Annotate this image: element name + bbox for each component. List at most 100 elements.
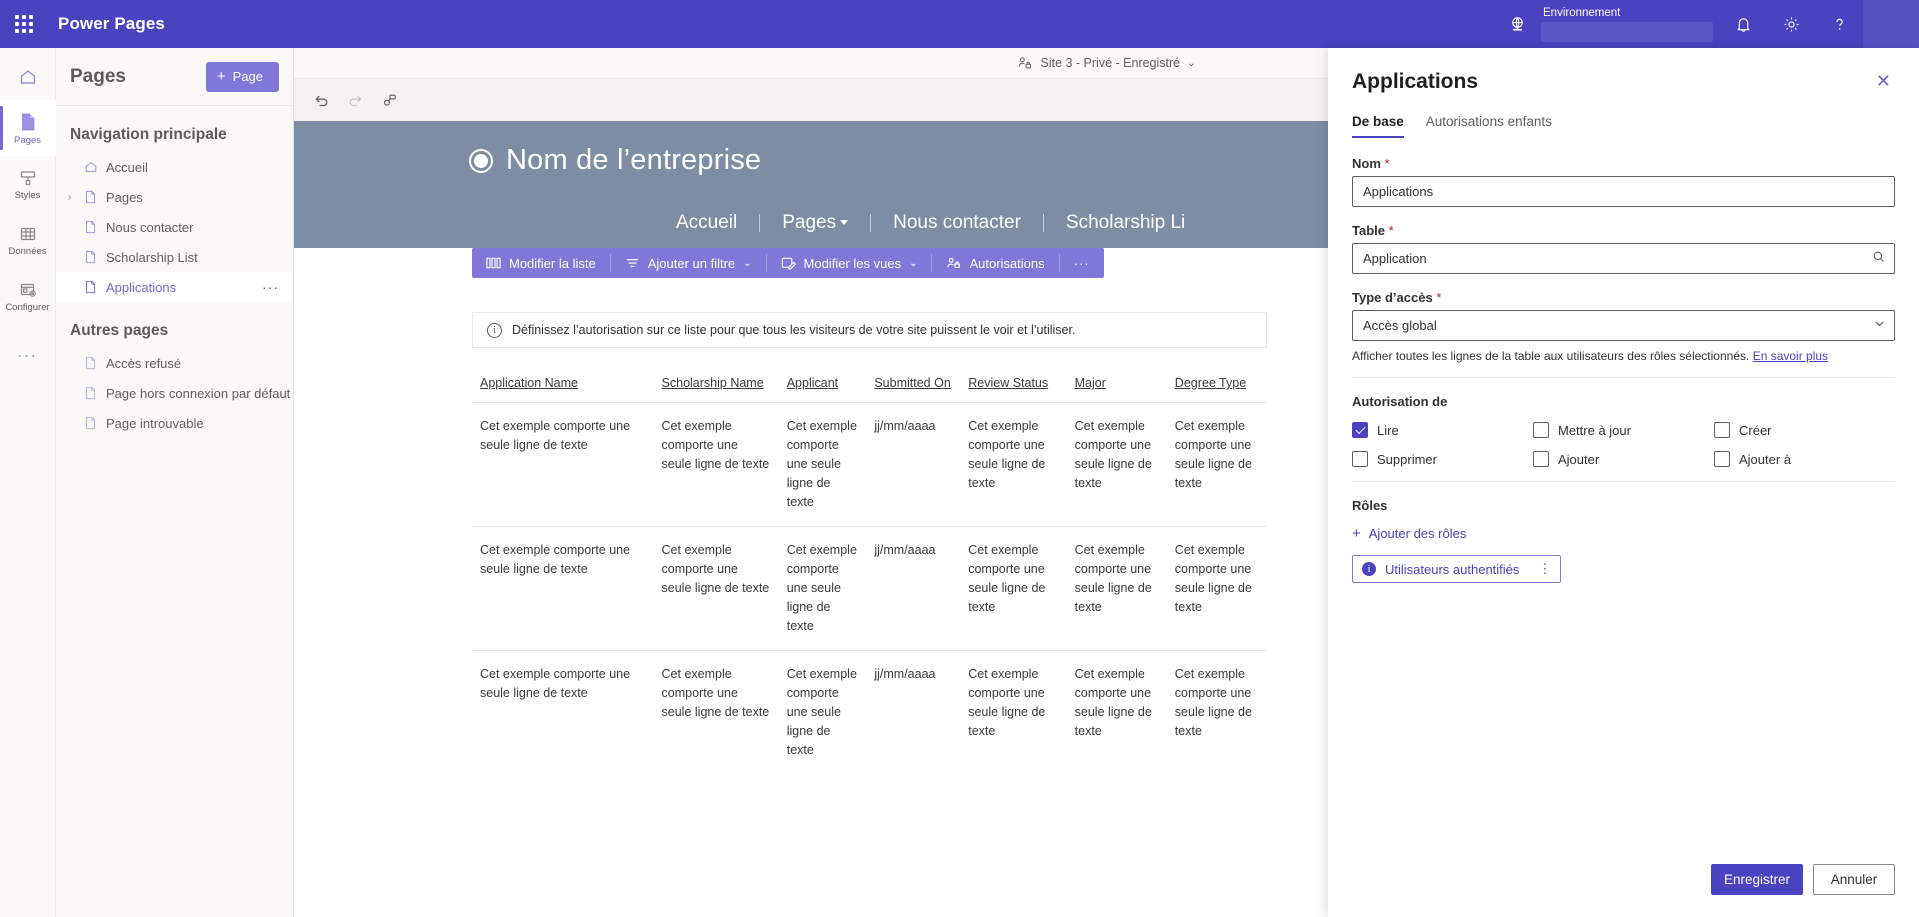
list-overflow-button[interactable]: ··· xyxy=(1060,248,1104,278)
user-avatar[interactable] xyxy=(1863,0,1919,48)
rail-item-configure[interactable]: Configurer xyxy=(0,268,56,324)
site-status-chip[interactable]: Site 3 - Privé - Enregistré ⌄ xyxy=(1017,55,1195,71)
role-chip-utilisateurs-authentifies[interactable]: i Utilisateurs authentifiés ⋮ xyxy=(1352,555,1561,583)
table-row[interactable]: Cet exemple comporte une seule ligne de … xyxy=(472,527,1267,651)
role-chip-menu-icon[interactable]: ⋮ xyxy=(1538,561,1552,577)
table-row[interactable]: Cet exemple comporte une seule ligne de … xyxy=(472,651,1267,775)
modify-views-button[interactable]: Modifier les vues ⌄ xyxy=(767,248,932,278)
rail-item-data[interactable]: Données xyxy=(0,212,56,268)
redo-icon[interactable] xyxy=(341,86,369,114)
other-page-item-acces-refuse[interactable]: Accès refusé xyxy=(56,348,293,378)
rail-item-pages[interactable]: Pages xyxy=(0,100,56,156)
help-icon[interactable] xyxy=(1815,0,1863,48)
table-field-label: Table * xyxy=(1352,223,1895,238)
page-item-accueil[interactable]: Accueil xyxy=(56,152,293,182)
column-header-submitted-on[interactable]: Submitted On xyxy=(866,370,960,403)
rail-item-home[interactable] xyxy=(0,54,56,100)
column-header-scholarship-name[interactable]: Scholarship Name xyxy=(654,370,779,403)
table-field-wrap: Application xyxy=(1352,243,1895,274)
cell-degree-type: Cet exemple comporte une seule ligne de … xyxy=(1167,651,1267,775)
checkbox-lire[interactable]: Lire xyxy=(1352,422,1533,438)
add-roles-button[interactable]: + Ajouter des rôles xyxy=(1352,526,1895,541)
site-nav-scholarship[interactable]: Scholarship Li xyxy=(1044,212,1207,234)
table-row[interactable]: Cet exemple comporte une seule ligne de … xyxy=(472,403,1267,527)
cell-application-name: Cet exemple comporte une seule ligne de … xyxy=(472,403,654,527)
column-header-application-name[interactable]: Application Name xyxy=(472,370,654,403)
chevron-down-icon[interactable]: ⌄ xyxy=(1187,58,1195,69)
top-header-actions: Environnement xyxy=(1493,0,1919,48)
close-icon[interactable]: ✕ xyxy=(1872,70,1895,92)
add-filter-button[interactable]: Ajouter un filtre ⌄ xyxy=(611,248,766,278)
checkbox-box[interactable] xyxy=(1714,451,1730,467)
site-nav-pages[interactable]: Pages xyxy=(760,212,870,234)
site-nav-accueil[interactable]: Accueil xyxy=(654,212,759,234)
left-nav-rail: Pages Styles Données Configurer ... xyxy=(0,48,56,917)
add-filter-label: Ajouter un filtre xyxy=(648,256,735,271)
page-item-pages[interactable]: › Pages xyxy=(56,182,293,212)
page-item-scholarship-list[interactable]: Scholarship List xyxy=(56,242,293,272)
permissions-button[interactable]: Autorisations xyxy=(932,248,1058,278)
cell-scholarship-name: Cet exemple comporte une seule ligne de … xyxy=(654,403,779,527)
environment-selector[interactable]: Environnement xyxy=(1541,0,1713,48)
panel-tabs: De base Autorisations enfants xyxy=(1328,94,1919,138)
column-header-degree-type[interactable]: Degree Type xyxy=(1167,370,1267,403)
other-page-item-introuvable[interactable]: Page introuvable xyxy=(56,408,293,438)
rail-item-more[interactable]: ... xyxy=(0,324,56,380)
rail-item-styles[interactable]: Styles xyxy=(0,156,56,212)
page-item-nous-contacter[interactable]: Nous contacter xyxy=(56,212,293,242)
checkbox-creer[interactable]: Créer xyxy=(1714,422,1895,438)
column-header-applicant[interactable]: Applicant xyxy=(779,370,867,403)
chevron-right-icon[interactable]: › xyxy=(68,192,71,203)
permission-info-text: Définissez l’autorisation sur ce liste p… xyxy=(512,323,1075,337)
page-item-applications[interactable]: Applications ··· xyxy=(56,272,293,302)
cell-submitted-on: jj/mm/aaaa xyxy=(866,403,960,527)
checkbox-box[interactable] xyxy=(1352,451,1368,467)
required-marker: * xyxy=(1385,223,1394,238)
checkbox-ajouter[interactable]: Ajouter xyxy=(1533,451,1714,467)
checkbox-box[interactable] xyxy=(1714,422,1730,438)
cell-review-status: Cet exemple comporte une seule ligne de … xyxy=(960,403,1066,527)
tab-de-base[interactable]: De base xyxy=(1352,114,1404,138)
undo-icon[interactable] xyxy=(307,86,335,114)
bell-icon[interactable] xyxy=(1719,0,1767,48)
checkbox-box[interactable] xyxy=(1352,422,1368,438)
access-type-hint: Afficher toutes les lignes de la table a… xyxy=(1352,349,1895,363)
other-page-item-label: Page introuvable xyxy=(106,416,204,431)
plus-icon: + xyxy=(1352,526,1361,541)
cancel-button[interactable]: Annuler xyxy=(1813,864,1895,895)
other-page-item-hors-connexion[interactable]: Page hors connexion par défaut xyxy=(56,378,293,408)
cell-application-name: Cet exemple comporte une seule ligne de … xyxy=(472,651,654,775)
modify-list-button[interactable]: Modifier la liste xyxy=(472,248,610,278)
checkbox-label: Mettre à jour xyxy=(1558,423,1631,438)
page-icon xyxy=(84,250,106,264)
rail-label-configure: Configurer xyxy=(5,302,49,313)
panel-footer: Enregistrer Annuler xyxy=(1328,848,1919,917)
site-nav-nous-contacter[interactable]: Nous contacter xyxy=(871,212,1043,234)
checkbox-mettre-a-jour[interactable]: Mettre à jour xyxy=(1533,422,1714,438)
checkbox-supprimer[interactable]: Supprimer xyxy=(1352,451,1533,467)
save-button[interactable]: Enregistrer xyxy=(1711,864,1803,895)
site-brand: Nom de l’entreprise xyxy=(469,144,761,177)
column-header-major[interactable]: Major xyxy=(1067,370,1167,403)
sync-icon[interactable] xyxy=(375,86,403,114)
page-item-overflow-icon[interactable]: ··· xyxy=(262,279,279,295)
new-page-button[interactable]: + Page xyxy=(206,62,279,92)
app-launcher-icon[interactable] xyxy=(0,0,48,48)
page-icon xyxy=(84,416,106,430)
gear-icon[interactable] xyxy=(1767,0,1815,48)
table-input[interactable]: Application xyxy=(1352,243,1895,274)
checkbox-ajouter-a[interactable]: Ajouter à xyxy=(1714,451,1895,467)
cell-applicant: Cet exemple comporte une seule ligne de … xyxy=(779,403,867,527)
name-input[interactable]: Applications xyxy=(1352,176,1895,207)
checkbox-box[interactable] xyxy=(1533,422,1549,438)
applications-table: Application Name Scholarship Name Applic… xyxy=(472,370,1267,774)
required-marker: * xyxy=(1381,156,1390,171)
tab-autorisations-enfants[interactable]: Autorisations enfants xyxy=(1426,114,1552,138)
column-header-review-status[interactable]: Review Status xyxy=(960,370,1066,403)
learn-more-link[interactable]: En savoir plus xyxy=(1753,349,1828,363)
access-type-select[interactable]: Accès global xyxy=(1352,310,1895,341)
permission-info-bar: i Définissez l’autorisation sur ce liste… xyxy=(472,312,1267,348)
environment-globe-icon[interactable] xyxy=(1493,0,1541,48)
checkbox-box[interactable] xyxy=(1533,451,1549,467)
access-type-field-wrap: Accès global xyxy=(1352,310,1895,341)
